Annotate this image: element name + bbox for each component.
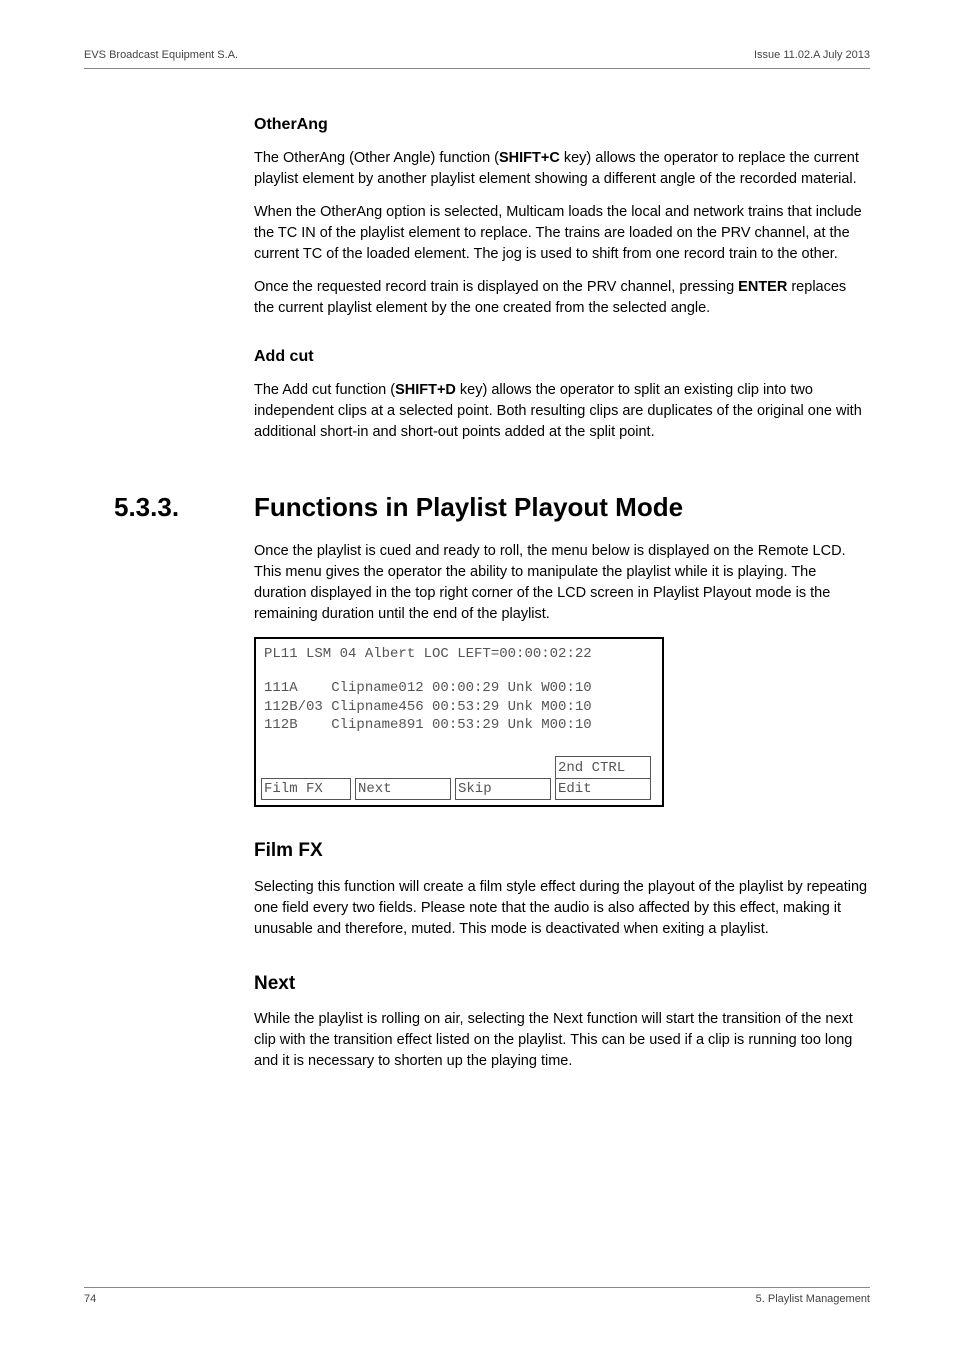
section-intro: Once the playlist is cued and ready to r…: [254, 541, 870, 625]
page-header: EVS Broadcast Equipment S.A. Issue 11.02…: [84, 48, 870, 69]
footer-chapter: 5. Playlist Management: [756, 1292, 870, 1308]
otherang-p1: The OtherAng (Other Angle) function (SHI…: [254, 148, 870, 190]
filmfx-p: Selecting this function will create a fi…: [254, 877, 870, 940]
page-footer: 74 5. Playlist Management: [84, 1287, 870, 1308]
lcd-line-3: 112B Clipname891 00:53:29 Unk M00:10: [264, 716, 654, 734]
header-right: Issue 11.02.A July 2013: [754, 48, 870, 64]
key-shift-d: SHIFT+D: [395, 382, 456, 398]
addcut-heading: Add cut: [254, 345, 870, 368]
filmfx-heading: Film FX: [254, 837, 870, 865]
otherang-p3: Once the requested record train is displ…: [254, 277, 870, 319]
otherang-heading: OtherAng: [254, 113, 870, 136]
lcd-softkey-row: Film FX Next Skip 2nd CTRL Edit: [261, 778, 657, 800]
key-enter: ENTER: [738, 279, 787, 295]
addcut-p1: The Add cut function (SHIFT+D key) allow…: [254, 380, 870, 443]
lcd-softkey-2nd-ctrl: 2nd CTRL: [555, 756, 651, 778]
next-p: While the playlist is rolling on air, se…: [254, 1009, 870, 1072]
header-left: EVS Broadcast Equipment S.A.: [84, 48, 238, 64]
lcd-softkey-edit: Edit: [555, 778, 651, 800]
lcd-header-line: PL11 LSM 04 Albert LOC LEFT=00:00:02:22: [264, 645, 654, 663]
section-number: 5.3.3.: [84, 489, 254, 527]
page-number: 74: [84, 1292, 96, 1308]
section-heading-row: 5.3.3. Functions in Playlist Playout Mod…: [84, 489, 870, 527]
otherang-p2: When the OtherAng option is selected, Mu…: [254, 202, 870, 265]
lcd-line-2: 112B/03 Clipname456 00:53:29 Unk M00:10: [264, 698, 654, 716]
lcd-line-1: 111A Clipname012 00:00:29 Unk W00:10: [264, 679, 654, 697]
lcd-softkey-skip: Skip: [455, 778, 551, 800]
section-title: Functions in Playlist Playout Mode: [254, 489, 683, 527]
lcd-softkey-next: Next: [355, 778, 451, 800]
next-heading: Next: [254, 970, 870, 998]
key-shift-c: SHIFT+C: [499, 150, 560, 166]
lcd-softkey-filmfx: Film FX: [261, 778, 351, 800]
lcd-screen: PL11 LSM 04 Albert LOC LEFT=00:00:02:22 …: [254, 637, 664, 807]
